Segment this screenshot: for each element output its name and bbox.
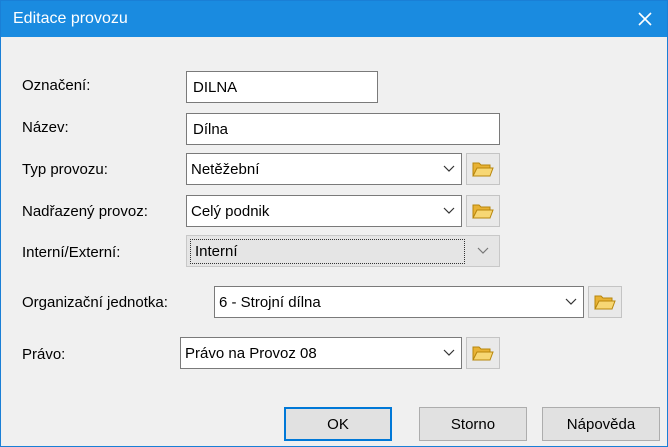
typ-provozu-label: Typ provozu: [22, 161, 108, 178]
chevron-down-icon[interactable] [441, 338, 457, 368]
storno-button[interactable]: Storno [419, 407, 527, 441]
nadrazeny-provoz-value: Celý podnik [191, 203, 270, 220]
organizacni-jednotka-browse-button[interactable] [588, 286, 622, 318]
pravo-select[interactable]: Právo na Provoz 08 [180, 337, 462, 369]
nazev-label: Název: [22, 119, 69, 136]
nadrazeny-provoz-browse-button[interactable] [466, 195, 500, 227]
pravo-browse-button[interactable] [466, 337, 500, 369]
organizacni-jednotka-label: Organizační jednotka: [22, 294, 168, 311]
nadrazeny-provoz-select[interactable]: Celý podnik [186, 195, 462, 227]
close-icon [638, 12, 652, 26]
interni-externi-label: Interní/Externí: [22, 244, 121, 261]
close-button[interactable] [623, 1, 667, 37]
chevron-down-icon[interactable] [475, 236, 491, 266]
folder-open-icon [472, 162, 494, 177]
organizacni-jednotka-value: 6 - Strojní dílna [219, 294, 321, 311]
ok-button[interactable]: OK [284, 407, 392, 441]
folder-open-icon [472, 204, 494, 219]
nadrazeny-provoz-label: Nadřazený provoz: [22, 203, 148, 220]
typ-provozu-select[interactable]: Netěžební [186, 153, 462, 185]
nazev-input[interactable]: Dílna [186, 113, 500, 145]
interni-externi-select[interactable]: Interní [186, 235, 500, 267]
title-bar[interactable]: Editace provozu [1, 1, 667, 37]
interni-externi-value: Interní [190, 239, 465, 264]
folder-open-icon [472, 346, 494, 361]
napoveda-button[interactable]: Nápověda [542, 407, 660, 441]
pravo-value: Právo na Provoz 08 [185, 345, 317, 362]
window-title: Editace provozu [13, 10, 128, 27]
organizacni-jednotka-select[interactable]: 6 - Strojní dílna [214, 286, 584, 318]
chevron-down-icon[interactable] [441, 196, 457, 226]
dialog-window: Editace provozu Označení: DILNA Název: D… [0, 0, 668, 447]
typ-provozu-browse-button[interactable] [466, 153, 500, 185]
chevron-down-icon[interactable] [563, 287, 579, 317]
oznaceni-label: Označení: [22, 77, 91, 94]
pravo-label: Právo: [22, 346, 66, 363]
folder-open-icon [594, 295, 616, 310]
oznaceni-input[interactable]: DILNA [186, 71, 378, 103]
chevron-down-icon[interactable] [441, 154, 457, 184]
typ-provozu-value: Netěžební [191, 161, 260, 178]
